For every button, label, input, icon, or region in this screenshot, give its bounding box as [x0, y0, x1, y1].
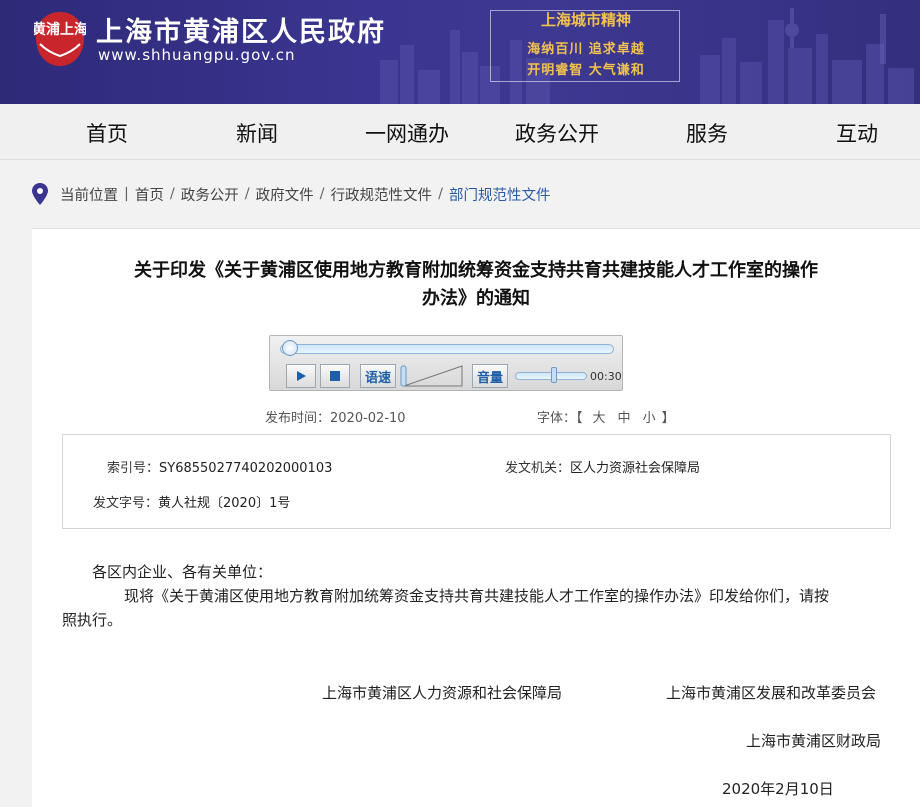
font-size-large[interactable]: 大: [593, 411, 606, 426]
duration-time: 00:30: [590, 370, 622, 383]
speech-rate-slider[interactable]: [400, 364, 466, 388]
volume-label: 音量: [476, 370, 503, 386]
salutation: 各区内企业、各有关单位：: [92, 563, 273, 581]
font-bracket-open: 【: [576, 411, 583, 426]
breadcrumb-separator: /: [244, 186, 250, 202]
issuing-authority-value: 区人力资源社会保障局: [570, 461, 701, 476]
nav-gov-affairs[interactable]: 政务公开: [502, 118, 612, 148]
breadcrumb-label: 当前位置: [60, 187, 118, 204]
site-logo[interactable]: 黄浦上海: [34, 10, 86, 68]
nav-one-stop[interactable]: 一网通办: [352, 118, 462, 148]
breadcrumb-separator: /: [169, 186, 175, 202]
font-size-switcher: 字体：【大中小】: [537, 407, 675, 426]
font-bracket-close: 】: [661, 411, 675, 426]
issuing-authority: 发文机关：区人力资源社会保障局: [505, 457, 700, 476]
volume-button[interactable]: 音量: [472, 364, 508, 388]
nav-services[interactable]: 服务: [652, 118, 762, 148]
audio-player: 语速 音量 00:30: [269, 335, 623, 391]
seek-handle[interactable]: [282, 340, 298, 356]
site-title[interactable]: 上海市黄浦区人民政府: [96, 10, 386, 49]
site-url: www.shhuangpu.gov.cn: [98, 46, 296, 64]
breadcrumb-gov-affairs[interactable]: 政务公开: [181, 184, 239, 205]
publish-date: 2020-02-10: [330, 411, 406, 426]
breadcrumb-admin-norms[interactable]: 行政规范性文件: [331, 184, 433, 205]
signature-hr-bureau: 上海市黄浦区人力资源和社会保障局: [322, 684, 563, 702]
nav-news[interactable]: 新闻: [202, 118, 312, 148]
document-number-label: 发文字号：: [93, 496, 159, 511]
city-spirit-line-2: 开明睿智 大气谦和: [527, 63, 645, 78]
speech-rate-button[interactable]: 语速: [360, 364, 396, 388]
document-info-box: 索引号：SY68550277402020001​03 发文机关：区人力资源社会保…: [62, 434, 891, 529]
font-size-medium[interactable]: 中: [618, 411, 631, 426]
article-title-line-1: 关于印发《关于黄浦区使用地方教育附加统筹资金支持共育共建技能人才工作室的操作: [134, 260, 818, 281]
document-number: 发文字号：黄人社规〔2020〕1号: [93, 492, 290, 511]
city-spirit-title: 上海城市精神: [540, 11, 631, 29]
breadcrumb-separator: /: [319, 186, 325, 202]
signature-development-commission: 上海市黄浦区发展和改革委员会: [666, 684, 877, 702]
index-number-label: 索引号：: [107, 461, 160, 476]
signature-finance-bureau: 上海市黄浦区财政局: [746, 732, 882, 750]
document-number-value: 黄人社规〔2020〕1号: [158, 496, 291, 511]
breadcrumb: 当前位置 | 首页 / 政务公开 / 政府文件 / 行政规范性文件 / 部门规范…: [32, 182, 550, 206]
nav-interaction[interactable]: 互动: [802, 118, 912, 148]
location-pin-icon: [32, 183, 48, 205]
body-paragraph-line-1: 现将《关于黄浦区使用地方教育附加统筹资金支持共育共建技能人才工作室的操作办法》印…: [124, 587, 830, 605]
font-size-small[interactable]: 小: [643, 411, 656, 426]
font-size-label: 字体：: [537, 411, 577, 426]
breadcrumb-separator: /: [438, 186, 443, 202]
main-nav: 首页 新闻 一网通办 政务公开 服务 互动: [0, 104, 920, 160]
body-paragraph-line-2: 照执行。: [62, 611, 123, 629]
breadcrumb-home[interactable]: 首页: [135, 184, 164, 205]
article-panel: 关于印发《关于黄浦区使用地方教育附加统筹资金支持共育共建技能人才工作室的操作 办…: [32, 228, 920, 807]
breadcrumb-dept-norms[interactable]: 部门规范性文件: [449, 184, 551, 205]
breadcrumb-gov-docs[interactable]: 政府文件: [256, 184, 314, 205]
article-title: 关于印发《关于黄浦区使用地方教育附加统筹资金支持共育共建技能人才工作室的操作 办…: [52, 257, 900, 313]
logo-text: 黄浦上海: [34, 21, 86, 38]
play-icon: [297, 371, 306, 381]
city-spirit-line-1: 海纳百川 追求卓越: [527, 42, 645, 57]
site-header: 黄浦上海 上海市黄浦区人民政府 www.shhuangpu.gov.cn 上海城…: [0, 0, 920, 104]
nav-home[interactable]: 首页: [52, 118, 162, 148]
signature-date: 2020年2月10日: [722, 780, 834, 798]
index-number: 索引号：SY68550277402020001​03: [107, 457, 332, 476]
publish-label: 发布时间：: [265, 411, 331, 426]
article-title-line-2: 办法》的通知: [422, 288, 530, 309]
index-number-value: SY68550277402020001​03: [159, 461, 333, 476]
speech-rate-label: 语速: [364, 370, 391, 386]
stop-icon: [330, 371, 340, 381]
breadcrumb-separator: |: [124, 186, 129, 202]
issuing-authority-label: 发文机关：: [505, 461, 571, 476]
seek-bar[interactable]: [280, 344, 614, 354]
stop-button[interactable]: [320, 364, 350, 388]
play-button[interactable]: [286, 364, 316, 388]
city-spirit-box: 上海城市精神 海纳百川 追求卓越 开明睿智 大气谦和: [490, 10, 680, 82]
publish-info: 发布时间：2020-02-10: [265, 407, 406, 426]
volume-handle[interactable]: [551, 367, 558, 383]
